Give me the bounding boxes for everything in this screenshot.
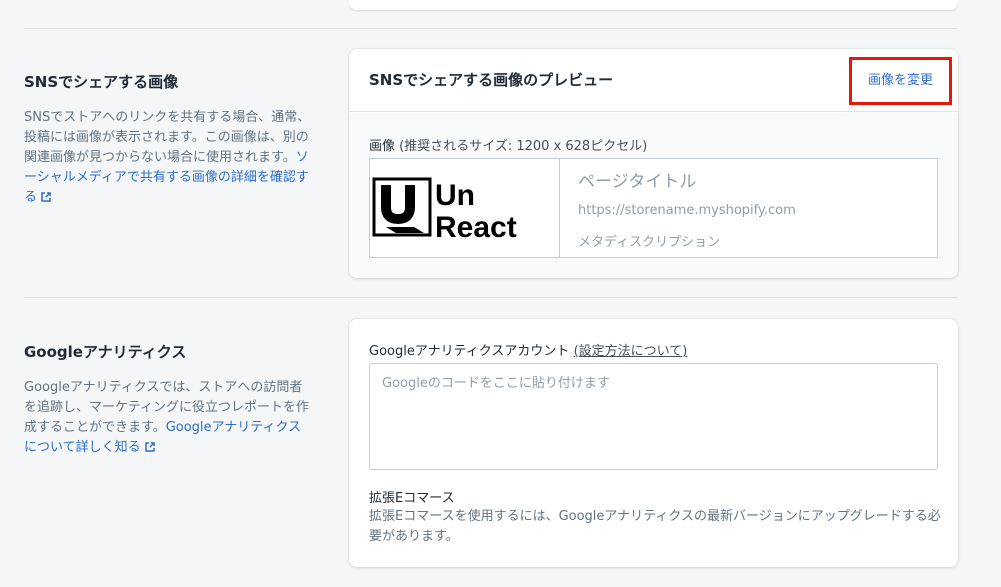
previous-card (349, 0, 958, 10)
section-divider (24, 297, 958, 298)
ga-help-link[interactable]: (設定方法について) (574, 344, 688, 359)
image-size-hint: (推奨されるサイズ: 1200 x 628ピクセル) (399, 139, 648, 154)
ga-code-input[interactable] (369, 363, 938, 470)
ga-card: Googleアナリティクスアカウント (設定方法について) 拡張Eコマース 拡張… (349, 319, 958, 567)
sns-card-header: SNSでシェアする画像のプレビュー 画像を変更 (349, 49, 958, 112)
preview-image-logo: Un React (370, 159, 560, 257)
logo-line2: React (435, 211, 517, 244)
sns-description-text: SNSでストアへのリンクを共有する場合、通常、投稿には画像が表示されます。この画… (24, 110, 311, 165)
preview-url: https://storename.myshopify.com (578, 203, 796, 218)
ga-account-label-text: Googleアナリティクスアカウント (369, 344, 570, 359)
change-image-button[interactable]: 画像を変更 (849, 57, 952, 105)
image-field-label: 画像 (推奨されるサイズ: 1200 x 628ピクセル) (369, 135, 647, 154)
image-label: 画像 (369, 139, 396, 154)
section-divider (24, 28, 958, 29)
preview-title: ページタイトル (578, 172, 697, 192)
preview-meta-description: メタディスクリプション (578, 235, 721, 250)
logo-line1: Un (435, 179, 475, 212)
sns-card-title: SNSでシェアする画像のプレビュー (369, 71, 614, 89)
ga-account-label: Googleアナリティクスアカウント (設定方法について) (369, 340, 687, 359)
ecommerce-description: 拡張Eコマースを使用するには、Googleアナリティクスの最新バージョンにアップ… (369, 509, 941, 544)
sns-preview-box: Un React ページタイトル https://storename.mysho… (369, 158, 938, 258)
ga-section-description: Googleアナリティクスでは、ストアへの訪問者を追跡し、マーケティングに役立つ… (24, 378, 314, 458)
ga-section-title: Googleアナリティクス (24, 343, 187, 361)
sns-preview-card: SNSでシェアする画像のプレビュー 画像を変更 画像 (推奨されるサイズ: 12… (349, 49, 958, 278)
unreact-logo: Un React (372, 177, 517, 244)
external-link-icon (144, 442, 155, 452)
external-link-icon (41, 192, 51, 202)
ecommerce-title: 拡張Eコマース (369, 491, 455, 506)
sns-section-description: SNSでストアへのリンクを共有する場合、通常、投稿には画像が表示されます。この画… (24, 108, 314, 208)
sns-section-title: SNSでシェアする画像 (24, 73, 179, 91)
